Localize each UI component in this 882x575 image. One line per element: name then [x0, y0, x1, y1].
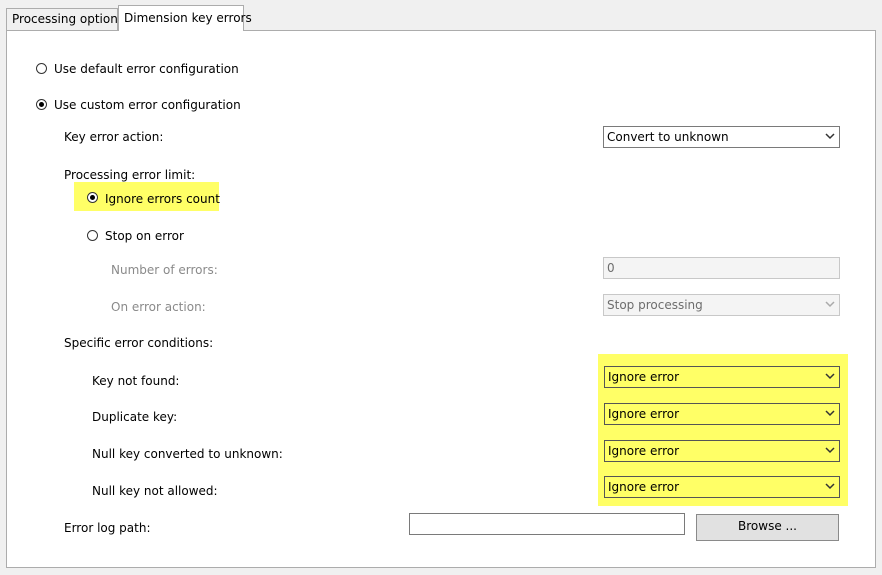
chevron-down-icon [825, 301, 835, 308]
ignore-errors-count-label: Ignore errors count [105, 192, 220, 206]
duplicate-key-select[interactable]: Ignore error [604, 403, 840, 425]
number-of-errors-input[interactable]: 0 [603, 257, 840, 279]
custom-config-label: Use custom error configuration [54, 98, 241, 112]
null-key-converted-value: Ignore error [608, 444, 680, 458]
tab-processing-options[interactable]: Processing options [6, 8, 124, 30]
on-error-action-value: Stop processing [607, 298, 703, 312]
chevron-down-icon [825, 373, 835, 380]
null-key-converted-select[interactable]: Ignore error [604, 440, 840, 462]
key-not-found-select[interactable]: Ignore error [604, 366, 840, 388]
browse-button-label: Browse ... [738, 519, 797, 533]
null-key-not-allowed-value: Ignore error [608, 480, 680, 494]
chevron-down-icon [825, 410, 835, 417]
chevron-down-icon [825, 483, 835, 490]
number-of-errors-value: 0 [607, 261, 615, 275]
radio-selected-dot [90, 195, 95, 200]
null-key-not-allowed-label: Null key not allowed: [92, 484, 218, 498]
duplicate-key-value: Ignore error [608, 407, 680, 421]
null-key-not-allowed-select[interactable]: Ignore error [604, 476, 840, 498]
null-key-converted-label: Null key converted to unknown: [92, 447, 283, 461]
duplicate-key-label: Duplicate key: [92, 410, 178, 424]
stop-on-error-radio[interactable] [87, 230, 98, 241]
key-error-action-value: Convert to unknown [607, 130, 729, 144]
tab-label: Dimension key errors [124, 11, 252, 25]
key-error-action-select[interactable]: Convert to unknown [603, 126, 840, 148]
key-error-action-label: Key error action: [64, 130, 164, 144]
browse-button[interactable]: Browse ... [696, 514, 839, 541]
key-not-found-label: Key not found: [92, 374, 180, 388]
processing-error-limit-label: Processing error limit: [64, 168, 196, 182]
radio-selected-dot [39, 102, 44, 107]
default-config-radio[interactable] [36, 63, 47, 74]
ignore-errors-count-radio[interactable] [87, 192, 98, 203]
chevron-down-icon [825, 133, 835, 140]
error-log-path-input[interactable] [409, 513, 685, 535]
default-config-label: Use default error configuration [54, 62, 239, 76]
chevron-down-icon [825, 447, 835, 454]
on-error-action-label: On error action: [111, 300, 206, 314]
key-not-found-value: Ignore error [608, 370, 680, 384]
number-of-errors-label: Number of errors: [111, 263, 218, 277]
on-error-action-select[interactable]: Stop processing [603, 294, 840, 316]
custom-config-radio[interactable] [36, 99, 47, 110]
dimension-key-errors-panel: Use default error configuration Use cust… [6, 30, 876, 568]
stop-on-error-label: Stop on error [105, 229, 184, 243]
error-log-path-label: Error log path: [64, 521, 151, 535]
tab-dimension-key-errors[interactable]: Dimension key errors [118, 5, 252, 31]
specific-error-conditions-label: Specific error conditions: [64, 336, 214, 350]
tab-label: Processing options [12, 12, 125, 26]
